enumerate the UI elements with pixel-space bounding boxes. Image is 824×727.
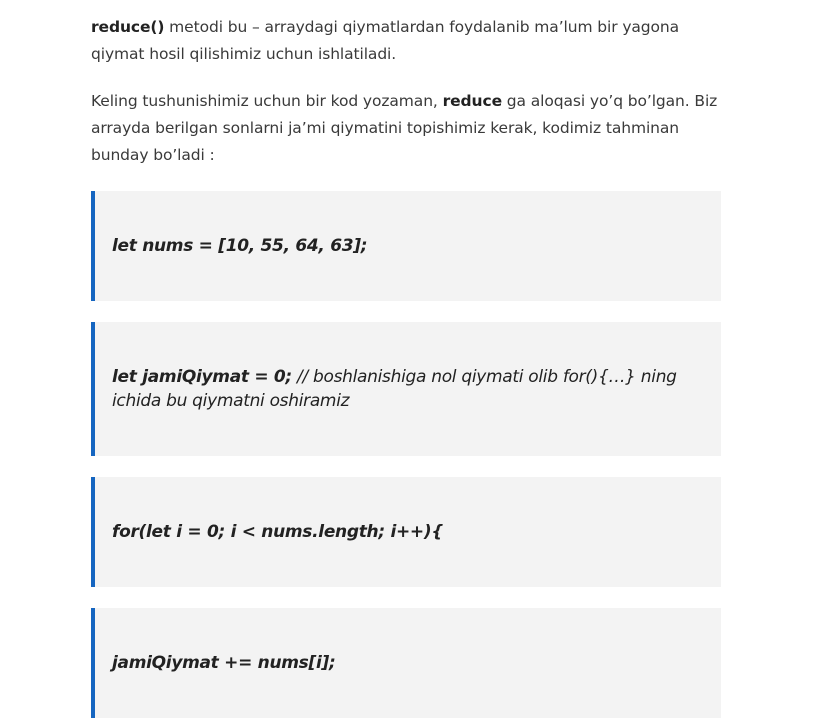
intro-paragraph-example: Keling tushunishimiz uchun bir kod yozam… <box>91 88 723 169</box>
intro-paragraph-reduce-text: metodi bu – arraydagi qiymatlardan foyda… <box>91 18 680 63</box>
code-blockquote-jamiqiymat: let jamiQiymat = 0; // boshlanishiga nol… <box>91 322 721 456</box>
code-text: for(let i = 0; i < nums.length; i++){ <box>112 522 444 542</box>
code-line-nums: let nums = [10, 55, 64, 63]; <box>112 234 368 258</box>
article-body: reduce() metodi bu – arraydagi qiymatlar… <box>91 14 723 169</box>
code-blockquote-nums: let nums = [10, 55, 64, 63]; <box>91 191 721 301</box>
intro-paragraph-reduce: reduce() metodi bu – arraydagi qiymatlar… <box>91 14 723 68</box>
reduce-method-keyword: reduce() <box>91 18 165 36</box>
intro-paragraph-example-text-before: Keling tushunishimiz uchun bir kod yozam… <box>91 92 443 110</box>
code-blockquote-for-loop: for(let i = 0; i < nums.length; i++){ <box>91 477 721 587</box>
code-text: jamiQiymat += nums[i]; <box>112 653 336 673</box>
code-line-for-loop: for(let i = 0; i < nums.length; i++){ <box>112 520 443 544</box>
reduce-keyword: reduce <box>442 92 502 110</box>
code-line-jamiqiymat: let jamiQiymat = 0; // boshlanishiga nol… <box>112 365 703 413</box>
code-text: let jamiQiymat = 0; <box>112 367 292 387</box>
code-line-sum: jamiQiymat += nums[i]; <box>112 651 336 675</box>
code-text: let nums = [10, 55, 64, 63]; <box>112 236 368 256</box>
code-blockquote-sum: jamiQiymat += nums[i]; <box>91 608 721 718</box>
